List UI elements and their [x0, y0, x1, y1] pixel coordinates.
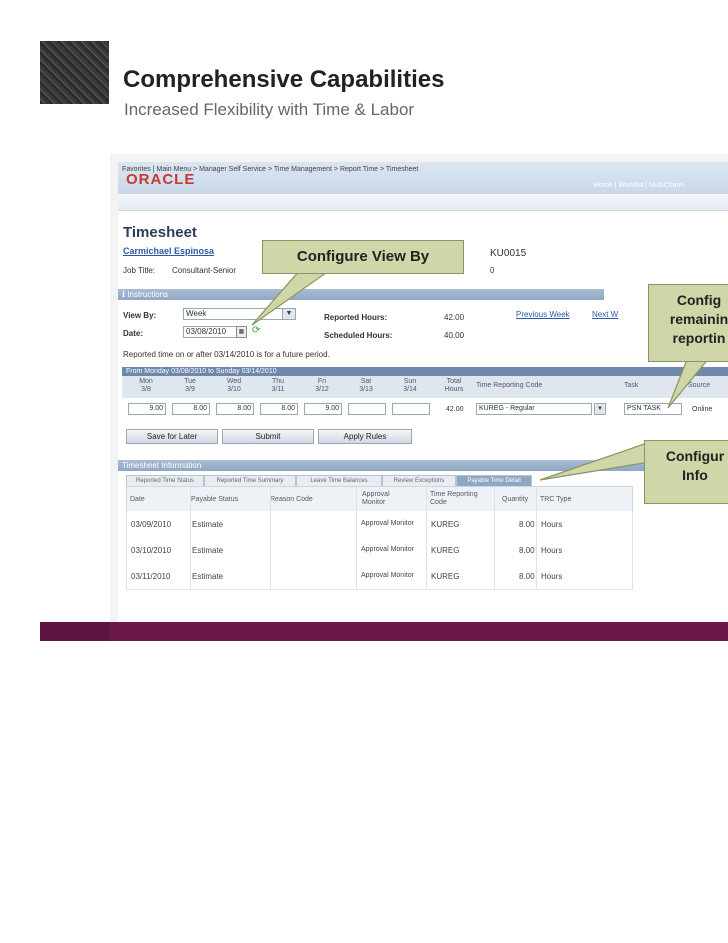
employee-id: KU0015 — [490, 248, 527, 259]
oracle-logo: ORACLE — [126, 171, 196, 188]
hours-input-sun[interactable] — [392, 403, 430, 415]
employee-name-link[interactable]: Carmichael Espinosa — [123, 246, 214, 256]
task-input[interactable]: PSN TASK — [624, 403, 682, 415]
col-task: Task — [624, 382, 639, 389]
col-sat: Sat 3/13 — [359, 378, 373, 393]
future-period-note: Reported time on or after 03/14/2010 is … — [123, 350, 330, 359]
total-hours: 42.00 — [446, 406, 464, 413]
col-thu: Thu 3/11 — [271, 378, 285, 393]
instructions-label: Instructions — [127, 290, 169, 299]
header-date: Date — [130, 496, 145, 503]
cell-type: Hours — [541, 520, 563, 529]
hours-input-sat[interactable] — [348, 403, 386, 415]
top-nav-links[interactable]: Home | Worklist | MultiChann — [594, 182, 684, 189]
cell-qty: 8.00 — [519, 572, 535, 581]
cell-status: Estimate — [192, 520, 224, 529]
trc-select[interactable]: KUREG - Regular — [476, 403, 592, 415]
breadcrumb[interactable]: Favorites | Main Menu > Manager Self Ser… — [122, 166, 418, 173]
hours-input-thu[interactable]: 8.00 — [260, 403, 298, 415]
timesheet-screenshot: ORACLE Home | Worklist | MultiChann Favo… — [118, 162, 728, 622]
hours-input-fri[interactable]: 9.00 — [304, 403, 342, 415]
col-tue: Tue 3/9 — [184, 378, 196, 393]
job-title-label: Job Title: — [123, 266, 156, 275]
slide-subtitle: Increased Flexibility with Time & Labor — [124, 100, 415, 119]
scheduled-hours-label: Scheduled Hours: — [324, 331, 393, 340]
calendar-icon[interactable]: ▦ — [236, 326, 247, 338]
cell-status: Estimate — [192, 572, 224, 581]
slide-title: Comprehensive Capabilities — [123, 66, 445, 93]
cell-monitor[interactable]: Approval Monitor — [361, 546, 414, 553]
cell-monitor[interactable]: Approval Monitor — [361, 520, 414, 527]
column-divider — [494, 487, 495, 589]
col-source: Source — [688, 382, 711, 389]
slide-logo-pattern — [40, 41, 109, 104]
source-value: Online — [692, 406, 713, 413]
previous-week-link[interactable]: Previous Week — [516, 310, 570, 319]
cell-monitor[interactable]: Approval Monitor — [361, 572, 414, 579]
footer-band — [110, 622, 728, 641]
col-sun: Sun 3/14 — [403, 378, 417, 393]
callout-configure-remaining: Config remainin reportin — [648, 284, 728, 362]
hours-input-tue[interactable]: 8.00 — [172, 403, 210, 415]
column-divider — [270, 487, 271, 589]
instructions-bar[interactable]: ℹ Instructions — [118, 289, 604, 300]
chevron-down-icon[interactable]: ▼ — [594, 403, 606, 415]
table-row: 03/11/2010 Estimate Approval Monitor KUR… — [126, 563, 633, 590]
reported-hours-value: 42.00 — [444, 313, 465, 322]
col-trc: Time Reporting Code — [476, 382, 543, 389]
cell-type: Hours — [541, 546, 563, 555]
cell-qty: 8.00 — [519, 520, 535, 529]
header-reason-code: Reason Code — [270, 496, 313, 503]
chevron-down-icon[interactable]: ▼ — [282, 308, 296, 320]
col-fri: Fri 3/12 — [315, 378, 329, 393]
cell-trc: KUREG — [431, 546, 460, 555]
header-payable-status: Payable Status — [191, 496, 239, 503]
column-divider — [426, 487, 427, 589]
header-approval-monitor: Approval Monitor — [362, 491, 390, 506]
header-quantity: Quantity — [502, 496, 529, 503]
timesheet-information-bar[interactable]: Timesheet Information — [118, 460, 728, 471]
table-row: 03/09/2010 Estimate Approval Monitor KUR… — [126, 511, 633, 538]
hours-input-wed[interactable]: 8.00 — [216, 403, 254, 415]
date-input[interactable]: 03/08/2010 — [183, 326, 237, 338]
view-by-select[interactable]: Week — [183, 308, 291, 320]
job-title-value: Consultant-Senior — [172, 266, 237, 275]
apply-rules-button[interactable]: Apply Rules — [318, 429, 412, 444]
scheduled-hours-value: 40.00 — [444, 331, 465, 340]
col-total: Total Hours — [444, 378, 464, 393]
timesheet-screenshot-frame: ORACLE Home | Worklist | MultiChann Favo… — [110, 154, 728, 630]
col-mon: Mon 3/8 — [139, 378, 153, 393]
cell-date: 03/09/2010 — [131, 520, 172, 529]
cell-qty: 8.00 — [519, 546, 535, 555]
cell-status: Estimate — [192, 546, 224, 555]
cell-date: 03/10/2010 — [131, 546, 172, 555]
cell-type: Hours — [541, 572, 563, 581]
cell-date: 03/11/2010 — [131, 572, 171, 581]
col-wed: Wed 3/10 — [226, 378, 242, 393]
table-row: 03/10/2010 Estimate Approval Monitor KUR… — [126, 537, 633, 564]
breadcrumb-bar — [118, 194, 728, 211]
callout-configure-info: Configur Info — [644, 440, 728, 504]
period-header: From Monday 03/08/2010 to Sunday 03/14/2… — [122, 367, 728, 376]
date-label: Date: — [123, 329, 144, 338]
reported-hours-label: Reported Hours: — [324, 313, 388, 322]
column-divider — [190, 487, 191, 589]
callout-configure-view-by: Configure View By — [262, 240, 464, 274]
save-for-later-button[interactable]: Save for Later — [126, 429, 218, 444]
page-title: Timesheet — [123, 224, 197, 241]
header-time-reporting-code: Time Reporting Code — [430, 491, 478, 506]
column-divider — [356, 487, 357, 589]
footer-band-left — [40, 622, 110, 641]
hours-input-mon[interactable]: 9.00 — [128, 403, 166, 415]
next-week-link[interactable]: Next W — [592, 310, 618, 319]
cell-trc: KUREG — [431, 520, 460, 529]
employee-record: 0 — [490, 266, 495, 275]
refresh-icon[interactable]: ⟳ — [252, 325, 260, 336]
column-divider — [536, 487, 537, 589]
header-trc-type: TRC Type — [540, 496, 572, 503]
cell-trc: KUREG — [431, 572, 460, 581]
submit-button[interactable]: Submit — [222, 429, 314, 444]
view-by-label: View By: — [123, 311, 157, 320]
